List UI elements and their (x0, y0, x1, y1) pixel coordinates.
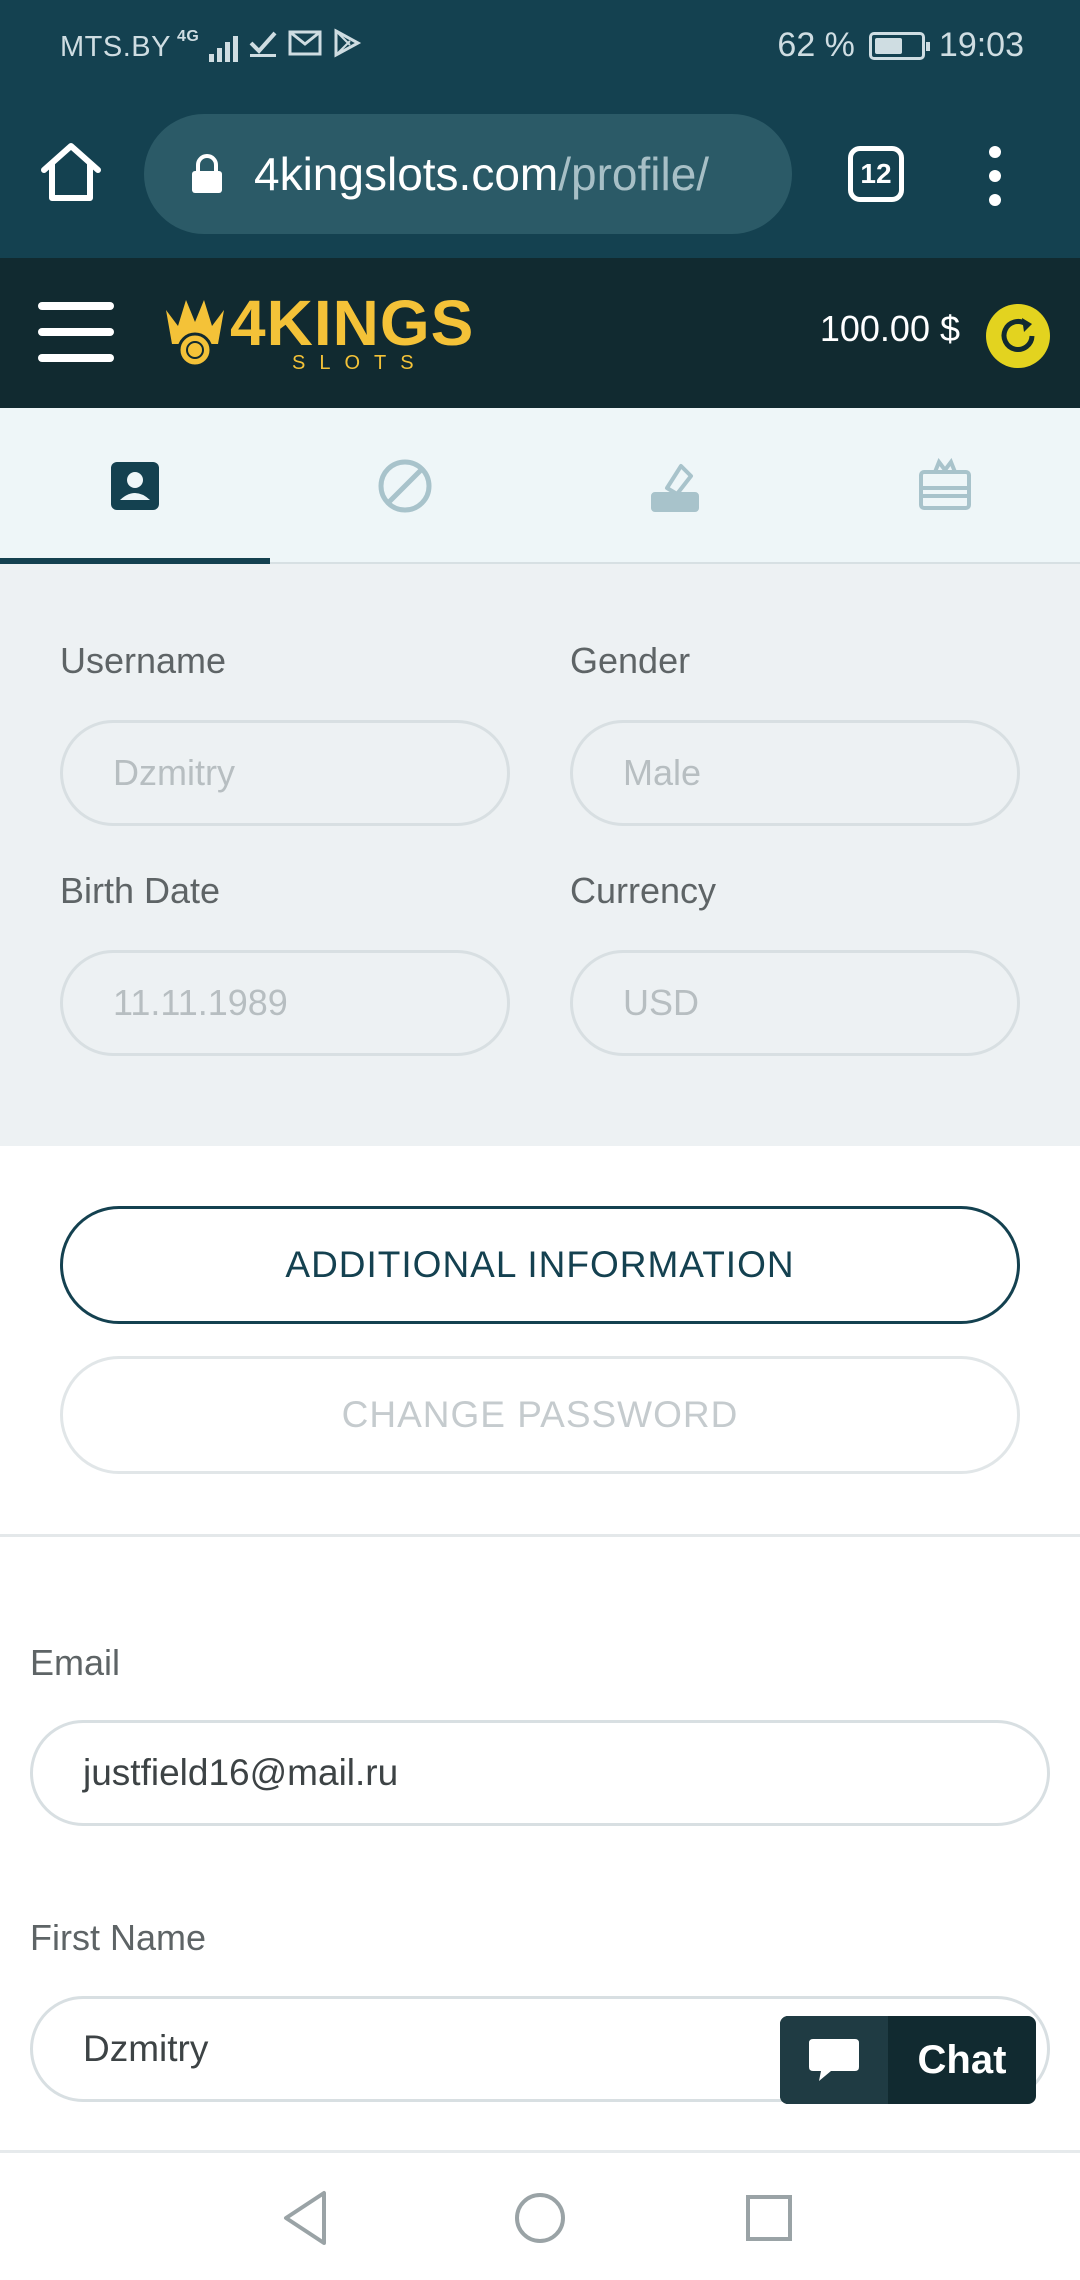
menu-icon[interactable] (38, 302, 114, 362)
tab-switcher-button[interactable]: 12 (848, 146, 904, 202)
more-menu-icon[interactable] (980, 146, 1010, 206)
home-circle-icon (515, 2193, 565, 2243)
tab-profile[interactable] (0, 408, 270, 564)
currency-label: Currency (570, 870, 717, 911)
gender-field: Male (570, 720, 1020, 826)
logo[interactable]: 4KINGS SLOTS (160, 288, 480, 380)
refresh-icon (1001, 318, 1035, 352)
email-field[interactable]: justfield16@mail.ru (30, 1720, 1050, 1826)
home-icon (41, 143, 101, 201)
lock-icon (190, 154, 224, 194)
crown-icon (166, 300, 224, 368)
site-header: 4KINGS SLOTS 100.00 $ (0, 258, 1080, 408)
tab-restrictions[interactable] (270, 408, 540, 564)
birth-date-field: 11.11.1989 (60, 950, 510, 1056)
address-bar[interactable]: 4kingslots.com/profile/ (144, 114, 792, 234)
network-type: 4G (176, 28, 200, 45)
birth-date-label: Birth Date (60, 870, 221, 911)
username-field: Dzmitry (60, 720, 510, 826)
section-divider (0, 1534, 1080, 1537)
back-button[interactable] (272, 2183, 342, 2253)
recents-button[interactable] (734, 2183, 804, 2253)
gender-label: Gender (570, 640, 691, 681)
tab-deposit[interactable] (540, 408, 810, 564)
battery-percent: 62 % (777, 26, 855, 64)
home-button[interactable] (38, 138, 104, 204)
carrier-name: MTS.BY (60, 30, 171, 63)
block-icon (378, 459, 432, 513)
battery-icon (868, 31, 930, 60)
profile-icon (111, 462, 159, 510)
profile-summary: Username Dzmitry Gender Male Birth Date … (0, 564, 1080, 1146)
clock: 19:03 (938, 26, 1024, 64)
url-host: 4kingslots.com (254, 148, 559, 200)
browser-toolbar: 4kingslots.com/profile/ 12 (0, 94, 1080, 258)
username-label: Username (60, 640, 227, 681)
url-path: /profile/ (558, 148, 710, 200)
chat-icon-box (780, 2016, 888, 2104)
currency-field: USD (570, 950, 1020, 1056)
chat-label: Chat (917, 2037, 1007, 2082)
gift-icon (919, 458, 971, 510)
system-navigation-bar (0, 2153, 1080, 2280)
recents-square-icon (746, 2195, 792, 2241)
check-icon (248, 28, 278, 66)
status-right: 62 % 19:03 (777, 26, 1024, 65)
logo-text: 4KINGS (230, 287, 475, 359)
deposit-icon (651, 464, 699, 512)
status-bar: MTS.BY 4G 62 % 19:03 (0, 0, 1080, 94)
play-store-icon (332, 28, 362, 66)
back-triangle-icon (284, 2191, 326, 2245)
first-name-label: First Name (30, 1917, 207, 1958)
signal-icon (209, 32, 239, 62)
email-label: Email (30, 1642, 121, 1683)
mail-icon (288, 28, 322, 66)
tab-bonuses[interactable] (810, 408, 1080, 564)
balance-amount: 100.00 $ (819, 308, 960, 349)
status-left: MTS.BY 4G (60, 28, 362, 66)
refresh-balance-button[interactable] (986, 304, 1050, 368)
logo-subtext: SLOTS (292, 352, 428, 374)
chat-button[interactable]: Chat (780, 2016, 1036, 2104)
profile-tabs (0, 408, 1080, 564)
chat-bubble-icon (809, 2039, 859, 2081)
home-nav-button[interactable] (505, 2183, 575, 2253)
additional-information-button[interactable]: ADDITIONAL INFORMATION (60, 1206, 1020, 1324)
change-password-button[interactable]: CHANGE PASSWORD (60, 1356, 1020, 1474)
